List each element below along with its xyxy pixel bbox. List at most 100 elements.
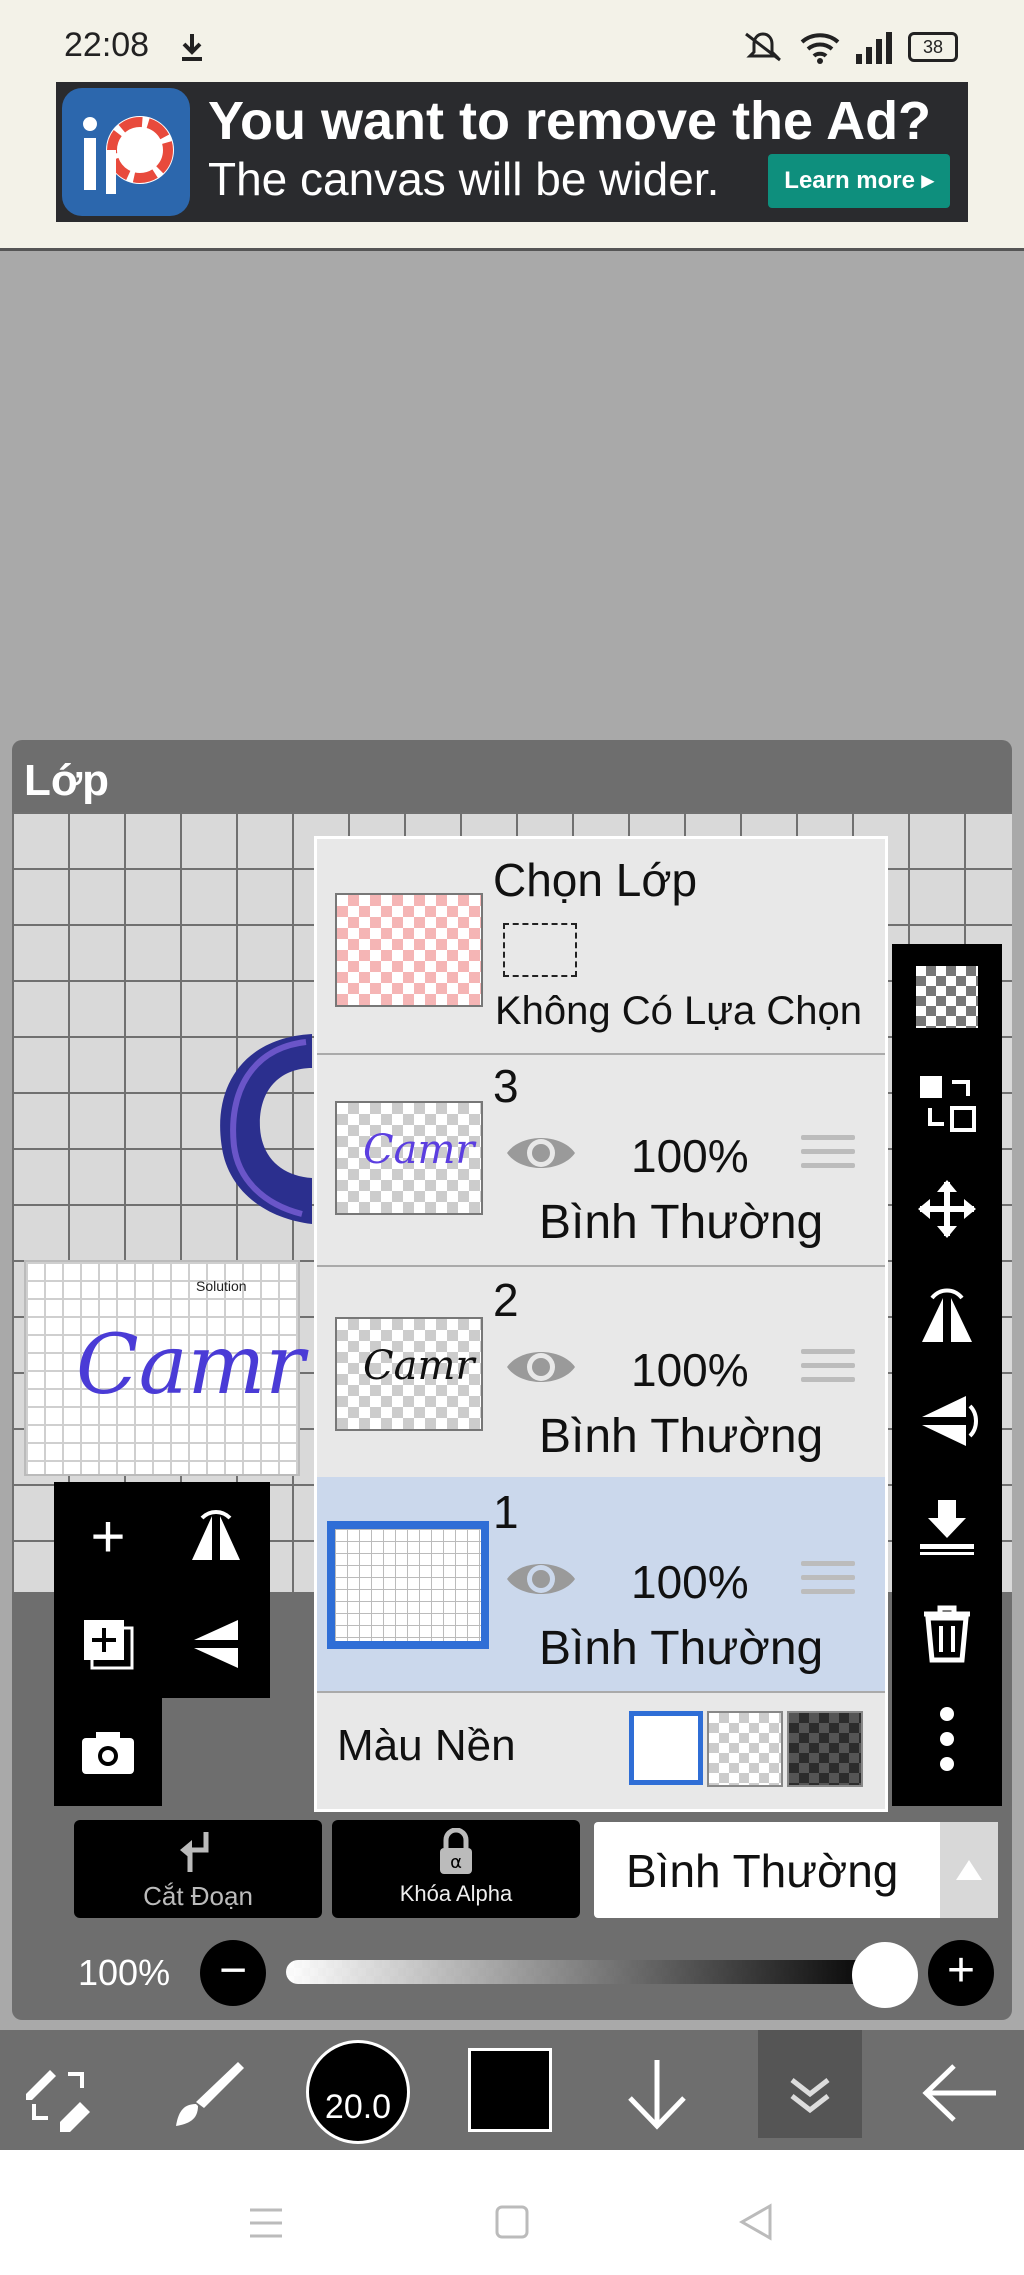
- opacity-decrease-button[interactable]: −: [200, 1940, 266, 2006]
- move-icon: [918, 1180, 976, 1238]
- duplicate-layer-button[interactable]: [54, 1590, 162, 1698]
- swap-icon: [920, 1076, 976, 1132]
- ad-subtitle: The canvas will be wider.: [208, 153, 720, 205]
- preview-small-text: Solution: [196, 1278, 247, 1294]
- system-navigation-bar: [0, 2150, 1024, 2275]
- drag-handle-icon[interactable]: [801, 1561, 855, 1603]
- visibility-eye-icon[interactable]: [503, 1129, 579, 1177]
- selection-marquee-icon: [503, 923, 577, 977]
- signal-icon: [856, 32, 892, 64]
- selection-title: Chọn Lớp: [493, 854, 698, 906]
- visibility-eye-icon[interactable]: [503, 1555, 579, 1603]
- opacity-value: 100%: [78, 1952, 171, 1993]
- layer-number: 2: [493, 1274, 519, 1326]
- opacity-increase-button[interactable]: +: [928, 1940, 994, 2006]
- flip-horizontal-icon: [192, 1510, 240, 1560]
- delete-layer-button[interactable]: [892, 1580, 1002, 1686]
- flip-horizontal-layer-button[interactable]: [892, 1262, 1002, 1368]
- layer-preview[interactable]: Solution Camr: [24, 1260, 305, 1476]
- brush-tool-button[interactable]: [168, 2056, 248, 2141]
- more-vertical-icon: [940, 1707, 954, 1771]
- layer-thumbnail: Camr: [335, 1101, 483, 1215]
- tool-swap-button[interactable]: [18, 2056, 98, 2141]
- layer-row-selected[interactable]: 1 100% Bình Thường: [317, 1477, 885, 1693]
- pen-eraser-swap-icon: [26, 2070, 90, 2132]
- color-swatch-button[interactable]: [468, 2048, 552, 2132]
- layer-blend-mode: Bình Thường: [539, 1410, 824, 1463]
- background-label: Màu Nền: [337, 1721, 516, 1770]
- layer-list: Chọn Lớp Không Có Lựa Chọn Camr 3 100% B…: [314, 836, 888, 1812]
- duplicate-icon: [84, 1620, 134, 1670]
- layer-thumb-art: Camr: [363, 1127, 475, 1173]
- status-bar: 22:08 38: [0, 0, 1024, 78]
- triangle-up-icon: [956, 1860, 982, 1880]
- learn-more-button[interactable]: Learn more ▸: [768, 154, 950, 208]
- arrow-left-icon: [922, 2064, 996, 2122]
- ad-banner[interactable]: You want to remove the Ad? The canvas wi…: [56, 82, 968, 222]
- selection-layer-row[interactable]: Chọn Lớp Không Có Lựa Chọn: [317, 839, 885, 1055]
- blend-mode-select[interactable]: Bình Thường: [594, 1822, 946, 1918]
- ad-title: You want to remove the Ad?: [208, 91, 932, 151]
- layer-actions: +: [54, 1482, 270, 1808]
- checker-icon: [916, 966, 978, 1028]
- transparency-button[interactable]: [892, 944, 1002, 1050]
- alpha-lock-button[interactable]: α Khóa Alpha: [332, 1820, 580, 1918]
- clip-arrow-icon: [180, 1832, 209, 1872]
- brush-icon: [176, 2062, 244, 2126]
- drag-handle-icon[interactable]: [801, 1349, 855, 1391]
- preview-art: Camr: [76, 1318, 305, 1413]
- drag-handle-icon[interactable]: [801, 1135, 855, 1177]
- blend-mode-dropdown-button[interactable]: [940, 1822, 998, 1918]
- background-transparent-swatch[interactable]: [707, 1711, 783, 1787]
- home-icon[interactable]: [494, 2204, 530, 2240]
- bottom-toolbar: 20.0: [0, 2030, 1024, 2150]
- more-options-button[interactable]: [892, 1686, 1002, 1792]
- layers-chevron-icon: [790, 2078, 830, 2114]
- layer-number: 1: [493, 1486, 519, 1538]
- flip-vertical-button[interactable]: [162, 1590, 270, 1698]
- layer-row[interactable]: Camr 2 100% Bình Thường: [317, 1265, 885, 1479]
- flip-vertical-icon: [922, 1396, 978, 1446]
- background-white-swatch[interactable]: [629, 1711, 703, 1785]
- menu-icon[interactable]: [246, 2206, 286, 2240]
- flip-horizontal-button[interactable]: [162, 1482, 270, 1590]
- blend-mode-value: Bình Thường: [626, 1845, 899, 1897]
- layer-thumbnail: Camr: [335, 1317, 483, 1431]
- clipping-button[interactable]: Cắt Đoạn: [74, 1820, 322, 1918]
- mute-icon: [745, 32, 781, 62]
- back-triangle-icon[interactable]: [738, 2202, 774, 2242]
- alpha-lock-label: Khóa Alpha: [399, 1881, 513, 1906]
- swap-layer-button[interactable]: [892, 1050, 1002, 1156]
- flip-vertical-layer-button[interactable]: [892, 1368, 1002, 1474]
- layer-blend-mode: Bình Thường: [539, 1196, 824, 1249]
- layer-thumb-art: Camr: [363, 1343, 475, 1389]
- move-button[interactable]: [892, 1156, 1002, 1262]
- merge-down-button[interactable]: [892, 1474, 1002, 1580]
- add-layer-button[interactable]: +: [54, 1482, 162, 1590]
- layer-row[interactable]: Camr 3 100% Bình Thường: [317, 1053, 885, 1267]
- camera-button[interactable]: [54, 1698, 162, 1806]
- brush-size-value: 20.0: [324, 2088, 392, 2126]
- layer-tools-toolbar: [892, 944, 1002, 1806]
- brush-size-button[interactable]: 20.0: [306, 2040, 410, 2144]
- merge-down-icon: [920, 1500, 974, 1555]
- background-dark-swatch[interactable]: [787, 1711, 863, 1787]
- background-color-row: Màu Nền: [317, 1691, 885, 1809]
- layer-blend-mode: Bình Thường: [539, 1622, 824, 1675]
- layer-number: 3: [493, 1060, 519, 1112]
- learn-more-label: Learn more: [784, 167, 915, 194]
- opacity-slider[interactable]: [286, 1960, 886, 1984]
- layer-opacity: 100%: [631, 1344, 749, 1396]
- selection-status: Không Có Lựa Chọn: [495, 989, 863, 1033]
- panel-title: Lớp: [24, 756, 110, 805]
- back-button[interactable]: [920, 2058, 1000, 2133]
- wifi-icon: [800, 33, 840, 64]
- flip-vertical-icon: [194, 1620, 238, 1668]
- camera-icon: [82, 1732, 134, 1774]
- layer-thumbnail: [327, 1521, 489, 1649]
- opacity-slider-knob[interactable]: [852, 1942, 918, 2008]
- layers-button[interactable]: [758, 2030, 862, 2138]
- layer-down-button[interactable]: [622, 2054, 692, 2139]
- visibility-eye-icon[interactable]: [503, 1343, 579, 1391]
- svg-text:α: α: [450, 1852, 462, 1873]
